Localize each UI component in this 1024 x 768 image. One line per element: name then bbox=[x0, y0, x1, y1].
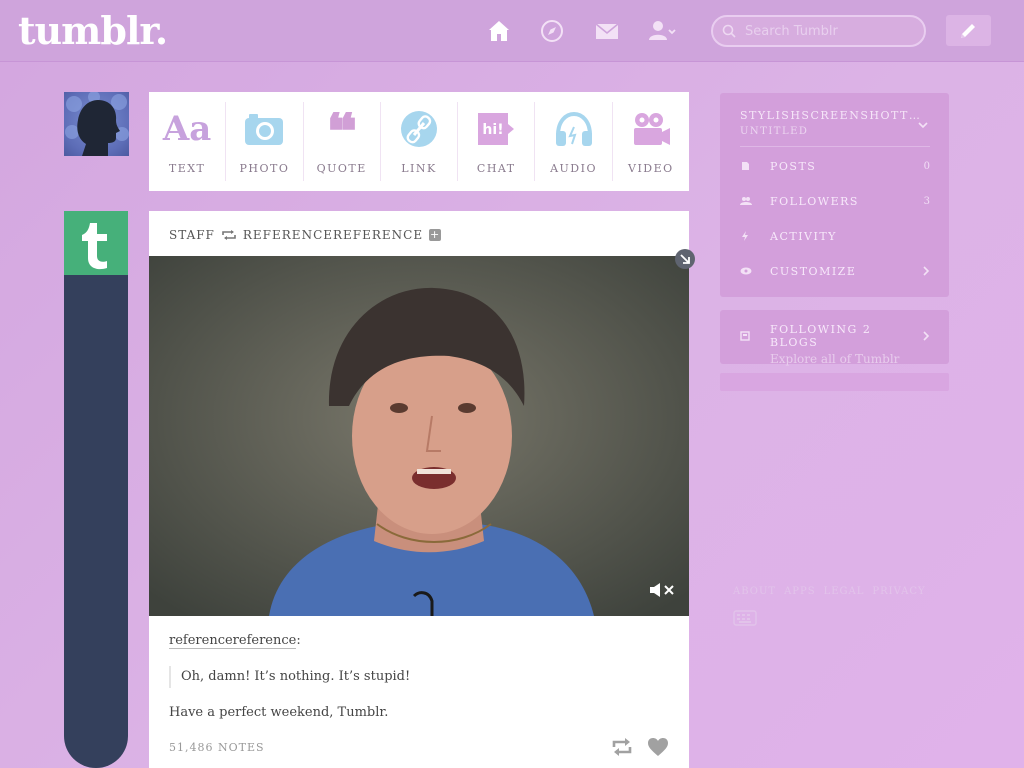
video-camera-icon bbox=[633, 113, 670, 145]
sidebar-item-count: 3 bbox=[923, 195, 930, 207]
lightning-icon bbox=[742, 231, 748, 241]
post-type-photo[interactable]: PHOTO bbox=[226, 102, 304, 181]
blog-name[interactable]: STYLISHSCREENSHOTT… bbox=[740, 109, 921, 122]
home-icon[interactable] bbox=[486, 18, 512, 44]
post-type-link[interactable]: LINK bbox=[381, 102, 459, 181]
people-icon bbox=[740, 197, 752, 205]
post-type-quote[interactable]: ❝ QUOTE bbox=[304, 102, 381, 181]
chat-icon: hi! bbox=[478, 113, 515, 145]
post-type-text[interactable]: Aa TEXT bbox=[149, 102, 227, 181]
reblog-icon[interactable] bbox=[611, 737, 633, 757]
sidebar-item-label: POSTS bbox=[770, 159, 817, 173]
source-link[interactable]: referencereference bbox=[169, 633, 297, 649]
silhouette-icon bbox=[65, 92, 129, 156]
search-icon bbox=[722, 24, 736, 38]
post-body: Have a perfect weekend, Tumblr. bbox=[169, 705, 389, 720]
sidebar-item-label: ACTIVITY bbox=[770, 229, 837, 243]
post-type-label: TEXT bbox=[168, 162, 206, 175]
quote-icon: ❝ bbox=[326, 112, 358, 146]
document-icon bbox=[742, 162, 749, 170]
chevron-right-icon bbox=[923, 331, 930, 341]
inbox-icon[interactable] bbox=[594, 18, 620, 44]
video-frame bbox=[149, 256, 689, 616]
keyboard-icon[interactable] bbox=[733, 610, 757, 626]
chevron-down-icon[interactable] bbox=[918, 121, 928, 129]
dashboard-post: STAFF REFERENCEREFERENCE + referencerefe… bbox=[149, 211, 689, 768]
expand-button[interactable] bbox=[675, 249, 695, 269]
sidebar-item-customize[interactable]: CUSTOMIZE bbox=[740, 261, 930, 281]
search-input[interactable] bbox=[745, 21, 915, 41]
post-type-label: PHOTO bbox=[239, 162, 290, 175]
sidebar-item-posts[interactable]: POSTS 0 bbox=[740, 156, 930, 176]
chevron-right-icon bbox=[923, 266, 930, 276]
svg-text:hi!: hi! bbox=[483, 122, 504, 138]
sidebar-item-label: CUSTOMIZE bbox=[770, 264, 857, 278]
sidebar-item-label: FOLLOWERS bbox=[770, 194, 859, 208]
footer-link-privacy[interactable]: PRIVACY bbox=[872, 586, 925, 597]
post-type-chat[interactable]: hi! CHAT bbox=[458, 102, 536, 181]
post-avatar-rail bbox=[64, 211, 128, 768]
tumblr-t-icon bbox=[82, 223, 107, 270]
following-label: FOLLOWING 2 BLOGS bbox=[770, 323, 872, 349]
footer-link-legal[interactable]: LEGAL bbox=[824, 586, 865, 597]
footer-links: ABOUT APPS LEGAL PRIVACY bbox=[733, 586, 926, 597]
notes-count[interactable]: 51,486 NOTES bbox=[169, 741, 265, 754]
sidebar-item-activity[interactable]: ACTIVITY bbox=[740, 226, 930, 246]
link-icon bbox=[400, 111, 437, 147]
pencil-icon bbox=[961, 24, 975, 38]
post-type-label: CHAT bbox=[476, 162, 516, 175]
staff-avatar[interactable] bbox=[64, 211, 128, 275]
blog-subtitle: UNTITLED bbox=[740, 126, 809, 137]
account-icon[interactable] bbox=[648, 18, 678, 44]
sidebar-strip bbox=[720, 373, 949, 391]
post-type-label: LINK bbox=[401, 162, 437, 175]
mute-icon[interactable] bbox=[649, 582, 675, 598]
text-icon: Aa bbox=[162, 109, 212, 149]
post-caption: referencereference: bbox=[169, 633, 669, 649]
tumblr-logo[interactable]: tumblr. bbox=[18, 8, 168, 53]
user-avatar[interactable] bbox=[64, 92, 129, 156]
blog-panel: STYLISHSCREENSHOTT… UNTITLED POSTS 0 FOL… bbox=[720, 93, 949, 297]
blogs-icon bbox=[740, 331, 750, 341]
post-type-label: QUOTE bbox=[316, 162, 367, 175]
camera-icon bbox=[245, 114, 284, 145]
sidebar-item-count: 0 bbox=[923, 160, 930, 172]
explore-icon[interactable] bbox=[539, 18, 565, 44]
reblog-small-icon bbox=[222, 230, 236, 240]
video-player[interactable] bbox=[149, 256, 689, 616]
headphones-icon bbox=[555, 111, 592, 146]
explore-link[interactable]: Explore all of Tumblr bbox=[770, 352, 899, 366]
footer-link-about[interactable]: ABOUT bbox=[733, 586, 776, 597]
post-header: STAFF REFERENCEREFERENCE + bbox=[169, 227, 442, 243]
compose-button[interactable] bbox=[946, 15, 991, 46]
sidebar-item-following[interactable]: FOLLOWING 2 BLOGS bbox=[740, 323, 930, 349]
expand-arrow-icon bbox=[680, 254, 690, 264]
post-type-bar: Aa TEXT PHOTO ❝ QUOTE LINK hi! CHAT AUDI… bbox=[149, 92, 689, 191]
search-box[interactable] bbox=[711, 15, 926, 47]
post-type-label: VIDEO bbox=[628, 162, 674, 175]
post-type-audio[interactable]: AUDIO bbox=[535, 102, 613, 181]
heart-icon[interactable] bbox=[647, 737, 669, 757]
post-type-label: AUDIO bbox=[550, 162, 597, 175]
sidebar-item-followers[interactable]: FOLLOWERS 3 bbox=[740, 191, 930, 211]
eye-icon bbox=[740, 267, 752, 275]
reblogged-from[interactable]: REFERENCEREFERENCE bbox=[243, 228, 423, 242]
follow-plus-icon[interactable]: + bbox=[429, 229, 442, 241]
footer-link-apps[interactable]: APPS bbox=[784, 586, 816, 597]
divider bbox=[740, 146, 930, 147]
caption-colon: : bbox=[296, 633, 301, 648]
post-author[interactable]: STAFF bbox=[169, 228, 215, 242]
post-type-video[interactable]: VIDEO bbox=[613, 102, 689, 181]
post-quote: Oh, damn! It’s nothing. It’s stupid! bbox=[169, 666, 669, 688]
top-bar: tumblr. bbox=[0, 0, 1024, 62]
